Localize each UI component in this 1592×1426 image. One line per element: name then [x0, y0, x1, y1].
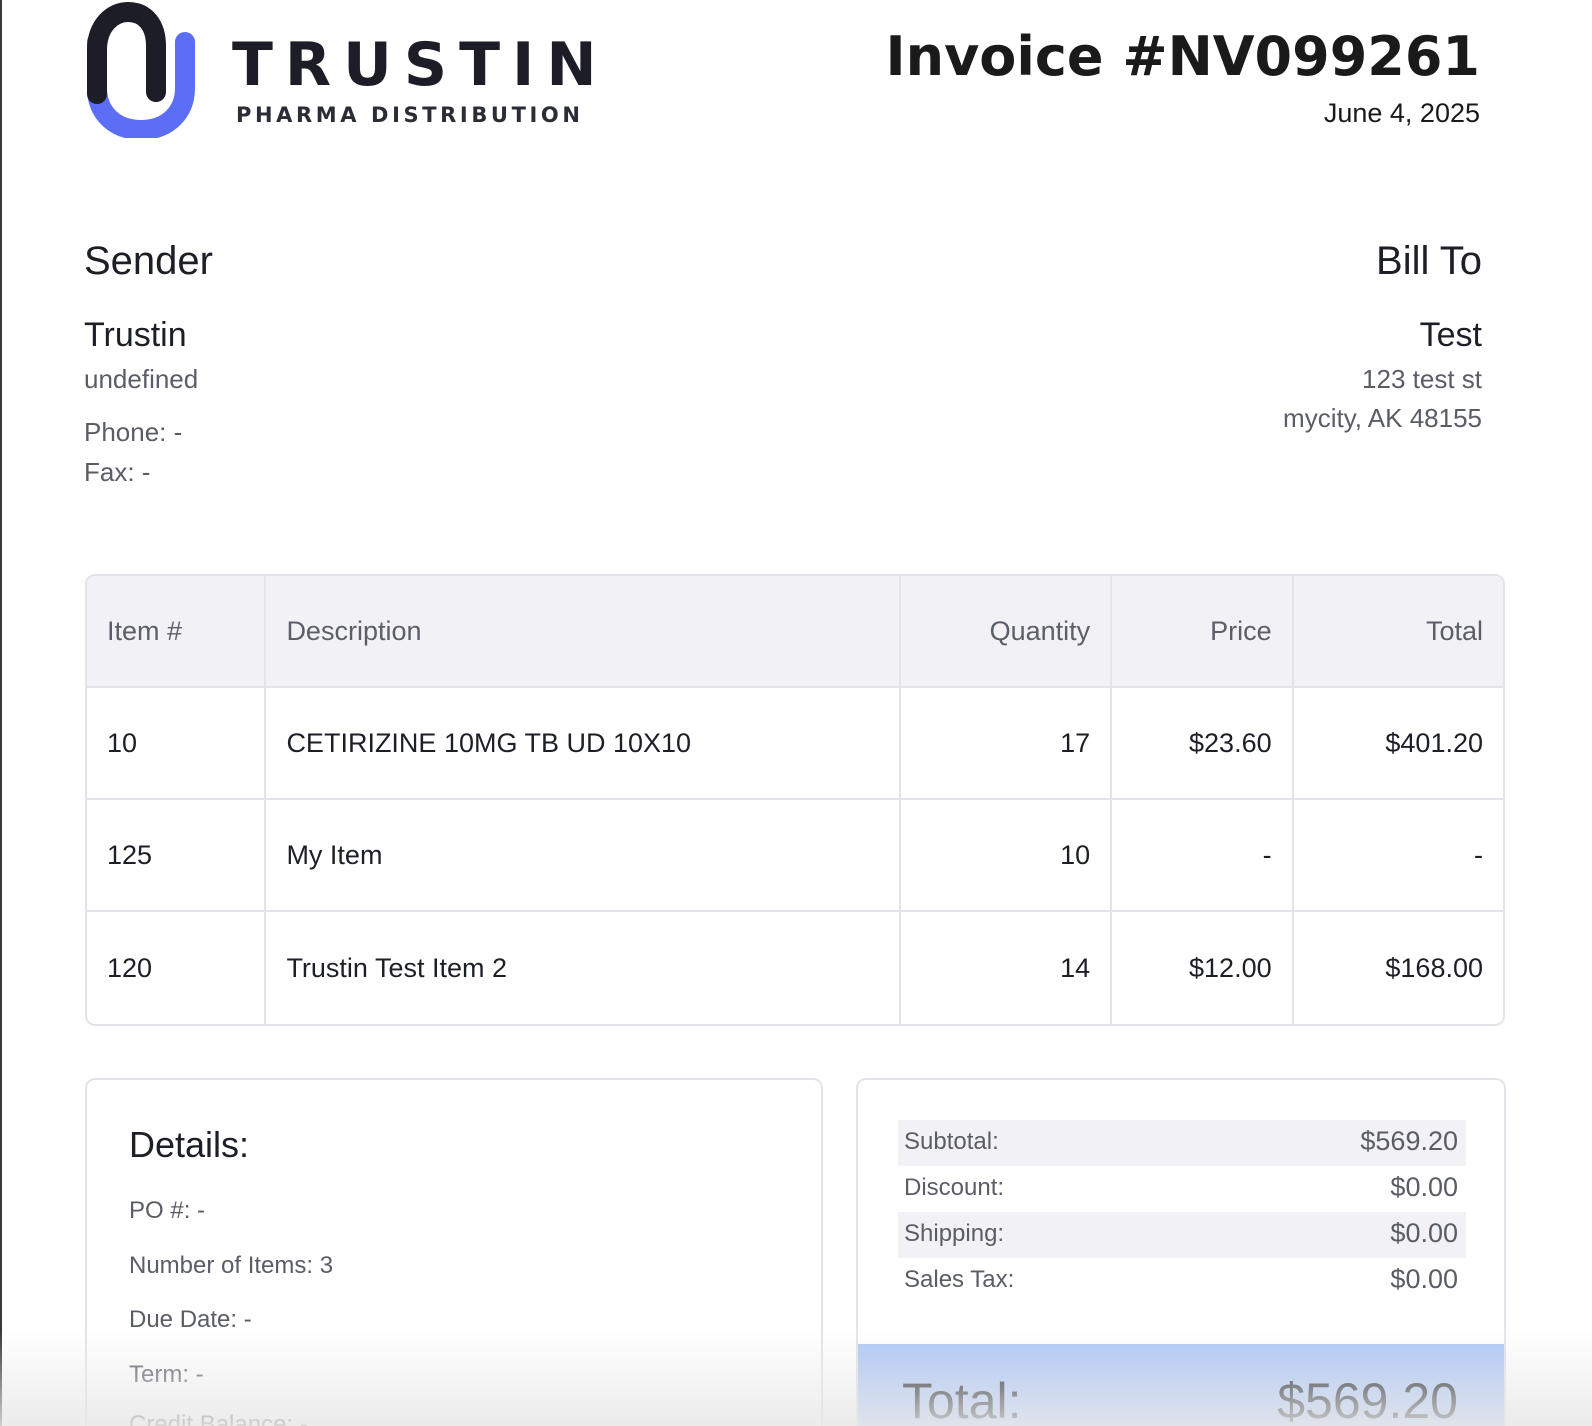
grand-total-label: Total: — [902, 1373, 1022, 1426]
details-title: Details: — [129, 1124, 250, 1165]
table-row: 125 My Item 10 - - — [87, 800, 1503, 912]
sales-tax-value: $0.00 — [1390, 1264, 1458, 1294]
bill-to-heading: Bill To — [1376, 239, 1482, 283]
item-quantity-cell: 10 — [900, 800, 1113, 912]
details-credit-balance: Credit Balance: - — [129, 1411, 308, 1426]
invoice-items-table: Item # Description Quantity Price Total … — [85, 574, 1505, 1026]
subtotal-row: Subtotal: $569.20 — [898, 1120, 1466, 1166]
column-header-item-number: Item # — [87, 576, 267, 688]
discount-label: Discount: — [904, 1174, 1005, 1201]
column-header-total: Total — [1293, 576, 1503, 688]
item-description-cell: My Item — [266, 800, 901, 912]
grand-total-bar: Total: $569.20 — [858, 1344, 1504, 1426]
subtotal-value: $569.20 — [1360, 1126, 1458, 1156]
details-term: Term: - — [129, 1361, 204, 1388]
table-row: 10 CETIRIZINE 10MG TB UD 10X10 17 $23.60… — [87, 688, 1503, 800]
item-total-cell: $168.00 — [1385, 952, 1483, 983]
table-header-row: Item # Description Quantity Price Total — [87, 576, 1503, 688]
sales-tax-row: Sales Tax: $0.00 — [898, 1258, 1466, 1304]
subtotal-label: Subtotal: — [904, 1128, 999, 1155]
item-price-cell: $23.60 — [1112, 688, 1294, 800]
column-header-quantity: Quantity — [900, 576, 1113, 688]
sender-fax: Fax: - — [84, 457, 151, 487]
sales-tax-label: Sales Tax: — [904, 1266, 1015, 1293]
item-quantity-cell: 17 — [900, 688, 1113, 800]
item-price-cell: - — [1112, 800, 1294, 912]
item-number-cell: 125 — [87, 800, 267, 912]
shipping-value: $0.00 — [1390, 1218, 1458, 1248]
item-description-cell: Trustin Test Item 2 — [266, 912, 901, 1024]
item-number-cell: 120 — [87, 912, 267, 1024]
details-po-number: PO #: - — [129, 1197, 206, 1224]
bill-to-city-line: mycity, AK 48155 — [1283, 403, 1482, 433]
shipping-row: Shipping: $0.00 — [898, 1212, 1466, 1258]
item-price-cell: $12.00 — [1112, 912, 1294, 1024]
page-left-border — [0, 0, 2, 1426]
item-description-cell: CETIRIZINE 10MG TB UD 10X10 — [266, 688, 901, 800]
bill-to-street: 123 test st — [1362, 364, 1482, 394]
invoice-title: Invoice #NV099261 — [885, 25, 1480, 88]
discount-row: Discount: $0.00 — [898, 1166, 1466, 1212]
invoice-date: June 4, 2025 — [1323, 98, 1480, 128]
item-total-cell: $401.20 — [1293, 688, 1503, 800]
trustin-logo-icon — [87, 2, 195, 138]
grand-total-value: $569.20 — [1277, 1373, 1458, 1426]
brand-name: TRUSTIN — [232, 30, 609, 100]
sender-phone: Phone: - — [84, 417, 183, 447]
table-row: 120 Trustin Test Item 2 14 $12.00 $168.0… — [87, 912, 1503, 1024]
bill-to-name: Test — [1419, 316, 1482, 354]
shipping-label: Shipping: — [904, 1220, 1005, 1247]
discount-value: $0.00 — [1390, 1172, 1458, 1202]
details-panel: Details: PO #: - Number of Items: 3 Due … — [85, 1078, 823, 1426]
details-due-date: Due Date: - — [129, 1306, 252, 1333]
item-quantity-cell: 14 — [901, 912, 1113, 1024]
brand-tagline: PHARMA DISTRIBUTION — [236, 103, 584, 127]
sender-heading: Sender — [84, 239, 213, 283]
details-number-of-items: Number of Items: 3 — [129, 1252, 334, 1279]
item-number-cell: 10 — [87, 688, 267, 800]
sender-address: undefined — [84, 364, 199, 394]
sender-name: Trustin — [84, 316, 187, 354]
item-total-cell: - — [1293, 800, 1503, 912]
column-header-price: Price — [1112, 576, 1294, 688]
totals-panel: Subtotal: $569.20 Discount: $0.00 Shippi… — [856, 1078, 1506, 1426]
column-header-description: Description — [266, 576, 901, 688]
